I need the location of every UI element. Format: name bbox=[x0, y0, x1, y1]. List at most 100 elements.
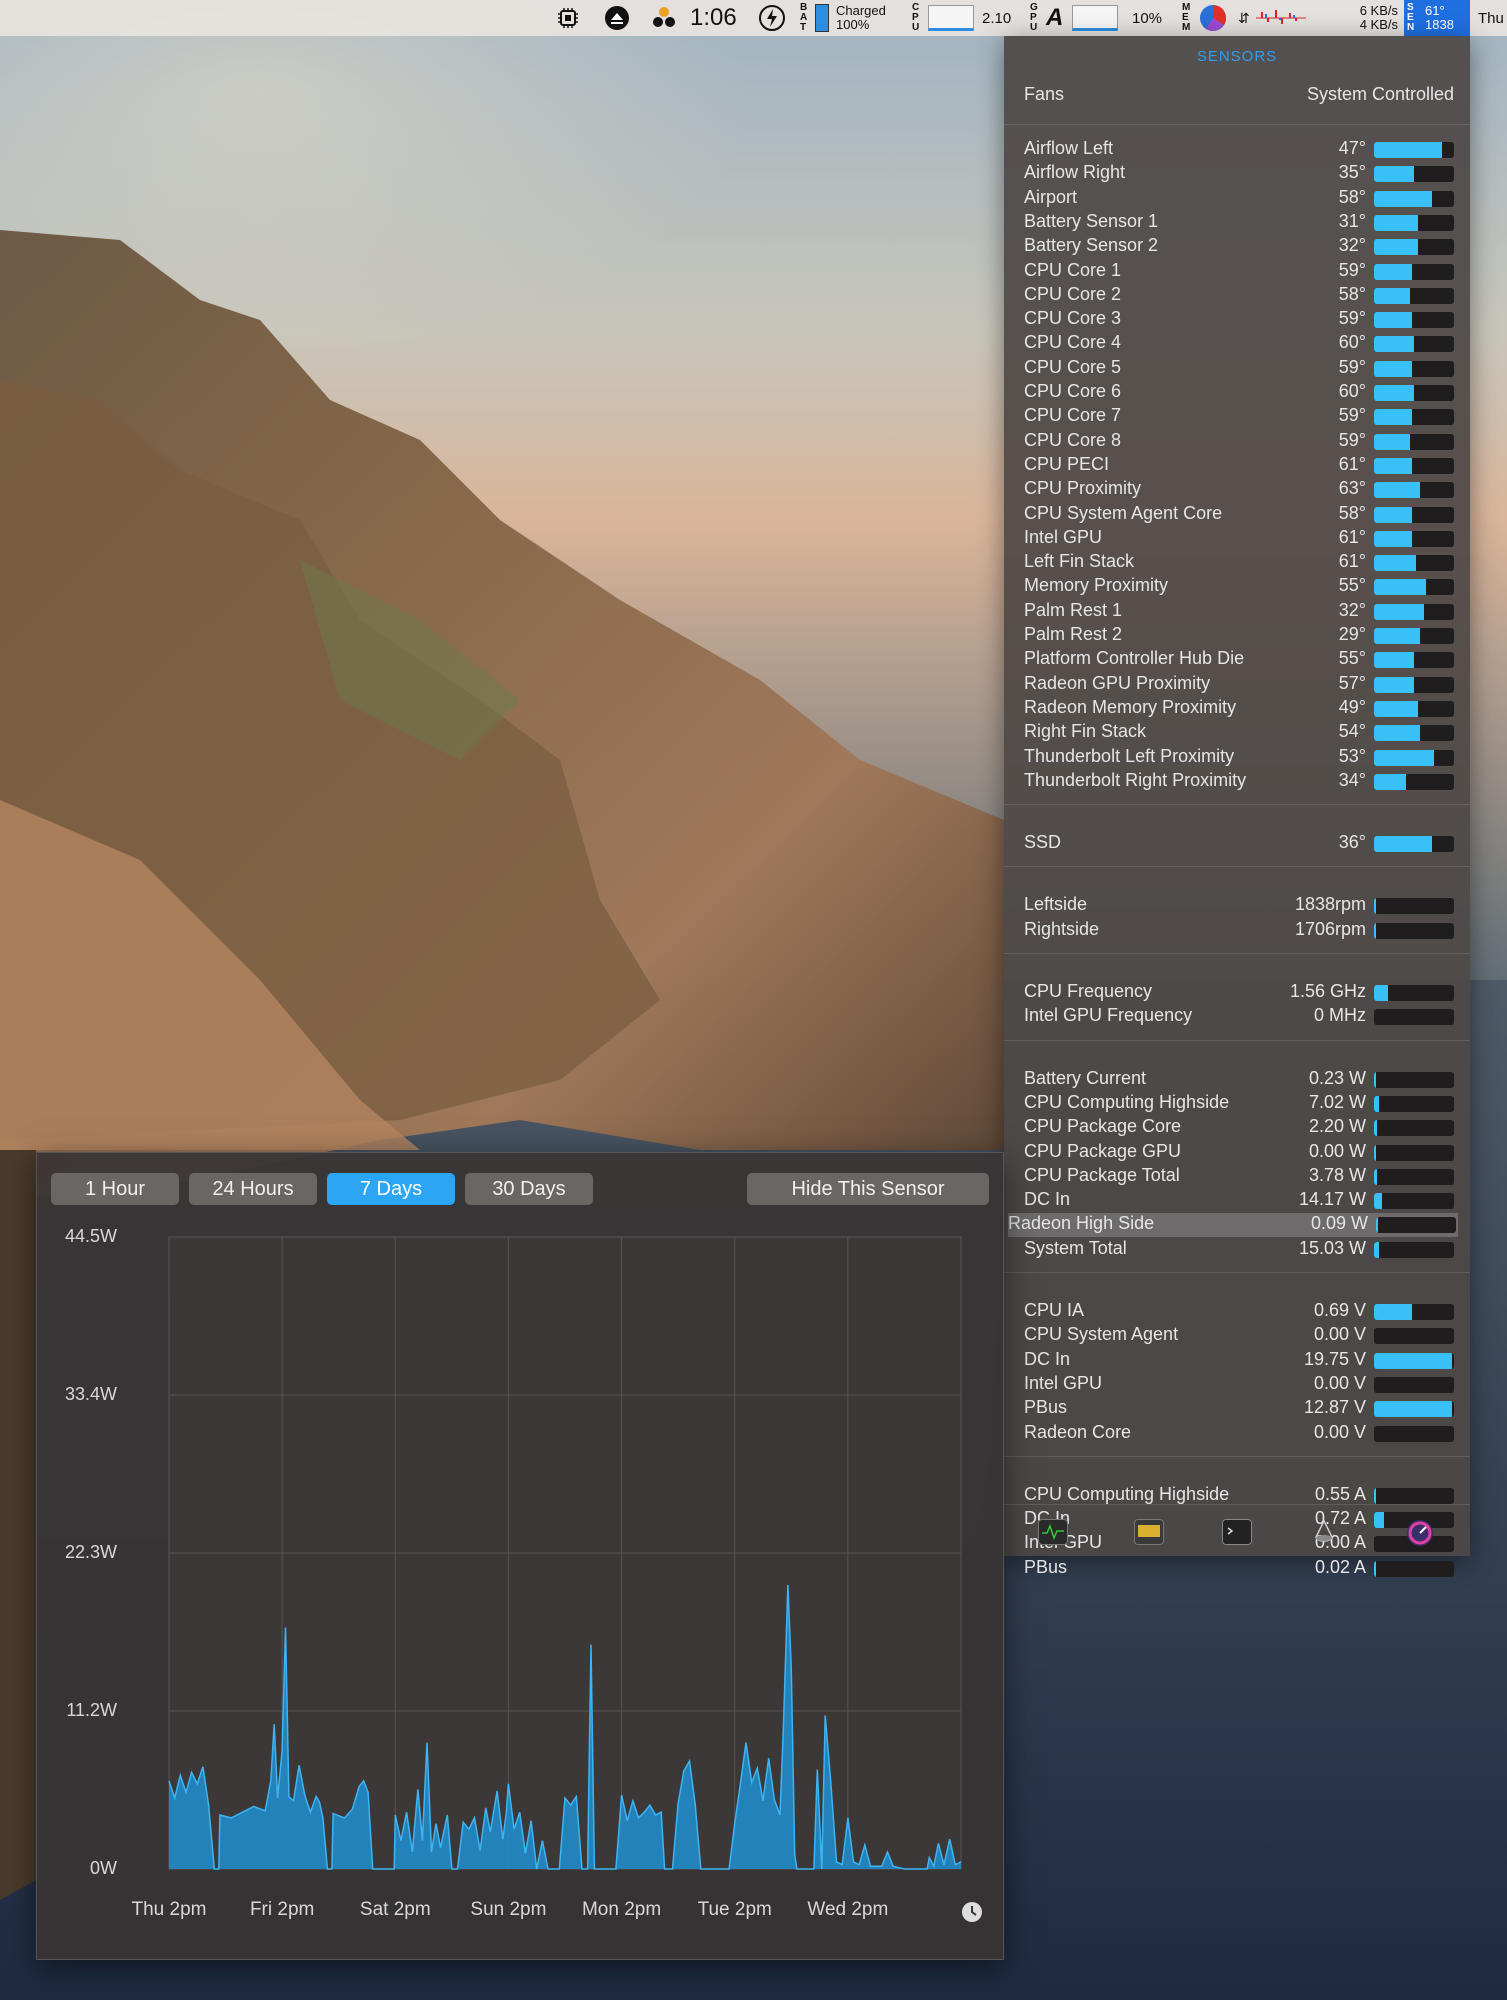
frequency-sensor-row[interactable]: Intel GPU Frequency 0 MHz bbox=[1024, 1005, 1454, 1029]
ssd-sensor-row[interactable]: SSD 36° bbox=[1024, 832, 1454, 856]
temperature-sensor-row[interactable]: Palm Rest 2 29° bbox=[1024, 624, 1454, 648]
power-sensor-row[interactable]: CPU Package Core 2.20 W bbox=[1024, 1116, 1454, 1140]
hide-sensor-button[interactable]: Hide This Sensor bbox=[747, 1173, 989, 1205]
voltage-sensor-row[interactable]: CPU IA 0.69 V bbox=[1024, 1300, 1454, 1324]
temperature-sensor-row[interactable]: Airflow Right 35° bbox=[1024, 162, 1454, 186]
sensor-level-bar bbox=[1374, 1144, 1454, 1161]
temperature-sensor-row[interactable]: CPU Core 1 59° bbox=[1024, 260, 1454, 284]
sensor-label: Memory Proximity bbox=[1024, 575, 1169, 596]
clock-time[interactable]: 1:06 bbox=[690, 0, 737, 36]
fan-sensor-row[interactable]: Leftside 1838rpm bbox=[1024, 894, 1454, 918]
temperature-sensor-row[interactable]: CPU Core 8 59° bbox=[1024, 430, 1454, 454]
voltage-sensor-row[interactable]: PBus 12.87 V bbox=[1024, 1397, 1454, 1421]
temperature-sensor-row[interactable]: Airport 58° bbox=[1024, 187, 1454, 211]
temperature-sensor-row[interactable]: Radeon Memory Proximity 49° bbox=[1024, 697, 1454, 721]
gpu-sparkline[interactable] bbox=[1072, 0, 1118, 36]
temperature-sensor-row[interactable]: Radeon GPU Proximity 57° bbox=[1024, 673, 1454, 697]
battery-percent: 100% bbox=[836, 17, 870, 32]
console-icon[interactable] bbox=[1134, 1519, 1164, 1545]
sensor-level-fill bbox=[1374, 836, 1432, 853]
power-sensor-row[interactable]: DC In 14.17 W bbox=[1024, 1189, 1454, 1213]
sensor-label: CPU Computing Highside bbox=[1024, 1091, 1230, 1112]
temperature-sensor-row[interactable]: CPU Core 5 59° bbox=[1024, 357, 1454, 381]
temperature-sensor-row[interactable]: Battery Sensor 1 31° bbox=[1024, 211, 1454, 235]
temperature-sensor-row[interactable]: Palm Rest 1 32° bbox=[1024, 600, 1454, 624]
sensor-level-bar bbox=[1374, 1168, 1454, 1185]
power-bolt-icon[interactable] bbox=[758, 0, 786, 36]
sensor-label: Leftside bbox=[1024, 894, 1088, 915]
sensor-level-bar bbox=[1374, 1352, 1454, 1369]
fan-sensor-row[interactable]: Rightside 1706rpm bbox=[1024, 919, 1454, 943]
memory-pie-icon[interactable] bbox=[1198, 0, 1228, 36]
sensor-level-bar bbox=[1374, 433, 1454, 450]
temperature-sensor-row[interactable]: CPU Core 3 59° bbox=[1024, 308, 1454, 332]
sensor-value: 32° bbox=[1338, 599, 1366, 620]
temperature-sensor-row[interactable]: CPU Core 2 58° bbox=[1024, 284, 1454, 308]
sensor-history-chart[interactable] bbox=[133, 1233, 973, 1873]
text-app-a-icon[interactable]: A bbox=[1046, 0, 1063, 36]
range-30-days-button[interactable]: 30 Days bbox=[465, 1173, 593, 1205]
temperature-sensor-row[interactable]: CPU PECI 61° bbox=[1024, 454, 1454, 478]
sensor-value: 0.02 A bbox=[1314, 1556, 1366, 1577]
disk-utility-icon[interactable] bbox=[1310, 1519, 1338, 1543]
fans-label: Fans bbox=[1024, 84, 1065, 104]
range-1-hour-button[interactable]: 1 Hour bbox=[51, 1173, 179, 1205]
temperature-sensor-row[interactable]: Left Fin Stack 61° bbox=[1024, 551, 1454, 575]
voltage-sensor-row[interactable]: CPU System Agent 0.00 V bbox=[1024, 1324, 1454, 1348]
sensor-level-fill bbox=[1374, 287, 1410, 304]
temperature-sensor-row[interactable]: CPU Proximity 63° bbox=[1024, 478, 1454, 502]
temperature-sensor-row[interactable]: CPU Core 4 60° bbox=[1024, 332, 1454, 356]
temperature-sensor-row[interactable]: Airflow Left 47° bbox=[1024, 138, 1454, 162]
sensor-value: 61° bbox=[1338, 453, 1366, 474]
sensor-label: SSD bbox=[1024, 832, 1062, 853]
sensor-label: System Total bbox=[1024, 1237, 1127, 1258]
fans-header-row[interactable]: Fans System Controlled bbox=[1024, 84, 1454, 105]
cpu-sparkline[interactable] bbox=[928, 0, 974, 36]
temperature-sensor-row[interactable]: CPU Core 6 60° bbox=[1024, 381, 1454, 405]
temperature-sensor-row[interactable]: CPU Core 7 59° bbox=[1024, 405, 1454, 429]
battery-status[interactable]: Charged 100% bbox=[836, 0, 886, 36]
power-sensor-row[interactable]: CPU Package Total 3.78 W bbox=[1024, 1165, 1454, 1189]
fans-mode[interactable]: System Controlled bbox=[1307, 84, 1454, 105]
sensor-level-bar bbox=[1374, 1560, 1454, 1577]
network-speed[interactable]: 6 KB/s 4 KB/s bbox=[1340, 0, 1398, 36]
power-sensor-row[interactable]: CPU Computing Highside 7.02 W bbox=[1024, 1092, 1454, 1116]
power-sensor-row[interactable]: Battery Current 0.23 W bbox=[1024, 1068, 1454, 1092]
temperature-sensor-row[interactable]: CPU System Agent Core 58° bbox=[1024, 503, 1454, 527]
eject-icon[interactable] bbox=[604, 0, 630, 36]
temperature-sensor-row[interactable]: Platform Controller Hub Die 55° bbox=[1024, 648, 1454, 672]
sensor-label: CPU Core 1 bbox=[1024, 259, 1122, 280]
frequency-sensor-row[interactable]: CPU Frequency 1.56 GHz bbox=[1024, 981, 1454, 1005]
activity-monitor-icon[interactable] bbox=[1038, 1519, 1068, 1545]
temperature-sensor-row[interactable]: Thunderbolt Right Proximity 34° bbox=[1024, 770, 1454, 794]
range-24-hours-button[interactable]: 24 Hours bbox=[189, 1173, 317, 1205]
voltage-sensor-row[interactable]: Radeon Core 0.00 V bbox=[1024, 1422, 1454, 1446]
network-upload: 6 KB/s bbox=[1359, 3, 1398, 18]
dots-app-icon[interactable] bbox=[650, 0, 680, 36]
sensor-value: 1.56 GHz bbox=[1289, 981, 1366, 1001]
voltage-sensor-row[interactable]: DC In 19.75 V bbox=[1024, 1349, 1454, 1373]
sensor-label: Airport bbox=[1024, 186, 1078, 207]
sensor-label: CPU Core 2 bbox=[1024, 283, 1122, 304]
temperature-sensor-row[interactable]: Right Fin Stack 54° bbox=[1024, 721, 1454, 745]
range-7-days-button[interactable]: 7 Days bbox=[327, 1173, 455, 1205]
terminal-icon[interactable] bbox=[1222, 1519, 1252, 1545]
temperature-sensor-row[interactable]: Battery Sensor 2 32° bbox=[1024, 235, 1454, 259]
power-sensor-row[interactable]: Radeon High Side 0.09 W bbox=[1008, 1213, 1458, 1238]
voltage-sensor-row[interactable]: Intel GPU 0.00 V bbox=[1024, 1373, 1454, 1397]
temperature-sensor-row[interactable]: Intel GPU 61° bbox=[1024, 527, 1454, 551]
sensor-label: CPU Computing Highside bbox=[1024, 1483, 1230, 1504]
power-sensor-row[interactable]: CPU Package GPU 0.00 W bbox=[1024, 1141, 1454, 1165]
temperature-sensor-row[interactable]: Thunderbolt Left Proximity 53° bbox=[1024, 746, 1454, 770]
current-sensor-row[interactable]: PBus 0.02 A bbox=[1024, 1557, 1454, 1581]
section-divider bbox=[1004, 1272, 1470, 1273]
istat-icon[interactable] bbox=[1406, 1519, 1434, 1546]
temperature-sensor-row[interactable]: Memory Proximity 55° bbox=[1024, 575, 1454, 599]
panel-app-dock bbox=[1004, 1504, 1470, 1557]
network-activity-graph[interactable] bbox=[1256, 0, 1306, 36]
clock-history-icon[interactable] bbox=[961, 1901, 983, 1928]
cpu-chip-icon[interactable] bbox=[556, 0, 580, 36]
menubar-day[interactable]: Thu bbox=[1478, 0, 1504, 36]
sensors-menu-item[interactable]: SEN 61° 1838 bbox=[1404, 0, 1470, 36]
power-sensor-row[interactable]: System Total 15.03 W bbox=[1024, 1238, 1454, 1262]
